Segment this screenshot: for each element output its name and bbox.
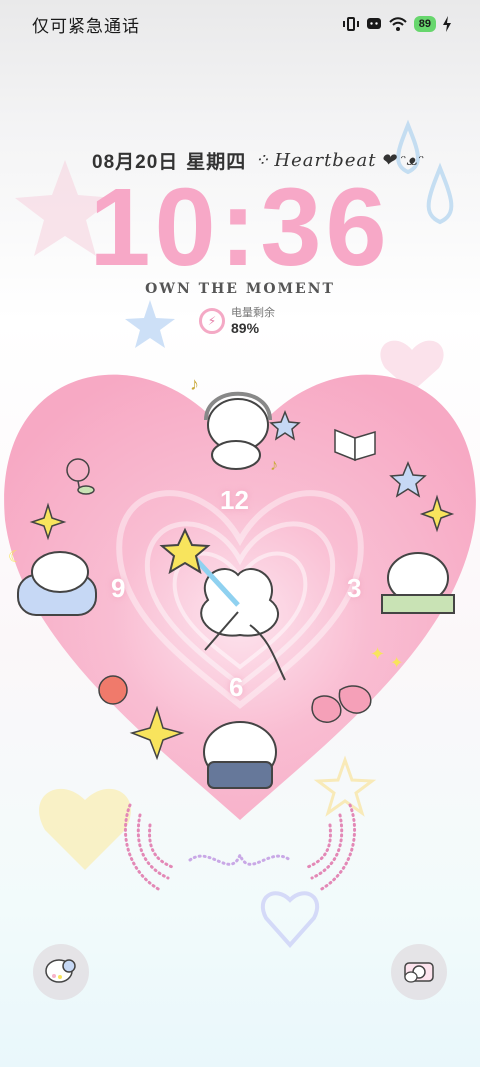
music-note-icon: ♪ bbox=[190, 374, 199, 394]
wifi-icon bbox=[388, 16, 408, 32]
faded-star-shape bbox=[313, 755, 377, 817]
theme-icon bbox=[43, 955, 79, 990]
carrier-status: 仅可紧急通话 bbox=[32, 16, 140, 36]
faded-heart-shape bbox=[39, 788, 131, 870]
moon-icon: ☾ bbox=[8, 549, 22, 566]
charging-icon bbox=[442, 16, 452, 32]
message-icon bbox=[366, 16, 382, 32]
lockscreen-clock: 10:36 bbox=[89, 166, 391, 289]
music-note-icon: ♪ bbox=[270, 457, 278, 474]
faded-star-shape bbox=[125, 300, 175, 348]
bunny-icon: ᵔᴥᵔ bbox=[400, 152, 425, 169]
battery-label: 电量剩余 bbox=[231, 307, 275, 319]
vibrate-icon bbox=[342, 16, 360, 32]
status-bar: 仅可紧急通话 89 bbox=[0, 0, 480, 48]
battery-text: 电量剩余 89% bbox=[231, 306, 275, 336]
character-headphones bbox=[204, 391, 272, 470]
clock-number-6: 6 bbox=[229, 672, 244, 702]
status-icons: 89 bbox=[342, 16, 452, 32]
character-gaming bbox=[203, 721, 277, 789]
clock-number-12: 12 bbox=[220, 485, 249, 515]
motto-text: OWN THE MOMENT bbox=[145, 281, 335, 297]
camera-icon bbox=[402, 955, 436, 990]
sparkle-small-icon: ✦ bbox=[390, 655, 403, 672]
apple-icon bbox=[98, 675, 128, 705]
battery-icon: 89 bbox=[413, 16, 436, 32]
sparkle-small-icon: ✦ bbox=[370, 644, 385, 664]
battery-widget: ⚡ 电量剩余 89% bbox=[199, 306, 275, 336]
theme-shortcut-button[interactable] bbox=[33, 944, 89, 1000]
clock-number-3: 3 bbox=[347, 573, 362, 603]
battery-ring-icon: ⚡ bbox=[199, 308, 225, 334]
faded-heart-shape bbox=[260, 891, 320, 949]
camera-shortcut-button[interactable] bbox=[391, 944, 447, 1000]
clock-number-9: 9 bbox=[111, 573, 126, 603]
battery-value: 89% bbox=[231, 320, 260, 336]
